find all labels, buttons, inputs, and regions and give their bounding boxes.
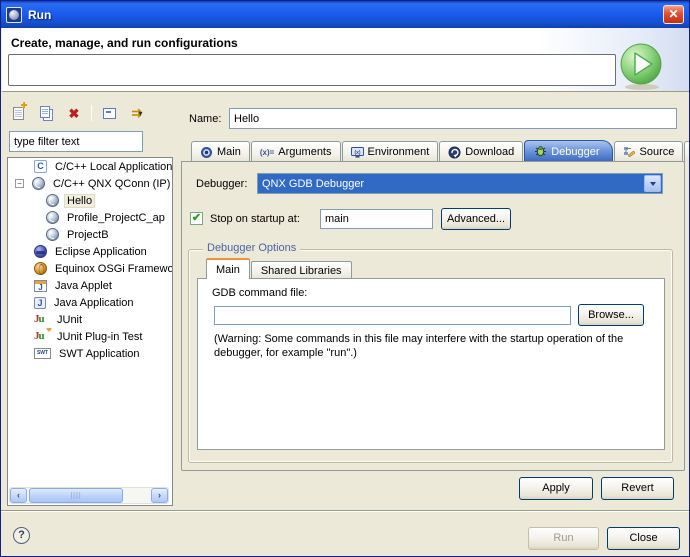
tab-environment[interactable]: (x) Environment: [342, 141, 439, 162]
qnx-target-icon: [46, 211, 59, 224]
window-icon: [6, 7, 22, 23]
java-applet-icon: [34, 280, 47, 292]
apply-button[interactable]: Apply: [519, 477, 593, 500]
debugger-combo[interactable]: QNX GDB Debugger: [257, 173, 663, 194]
debugger-combo-value: QNX GDB Debugger: [258, 178, 643, 190]
new-configuration-icon[interactable]: [7, 102, 29, 124]
tree-item-qnx-qconn[interactable]: − C/C++ QNX QConn (IP): [8, 175, 172, 192]
tab-debugger[interactable]: Debugger: [524, 140, 612, 162]
stop-symbol-input[interactable]: [320, 209, 433, 229]
junit-plugin-icon: [34, 330, 49, 343]
tab-source[interactable]: Source: [614, 141, 684, 162]
eclipse-sphere-icon: [34, 245, 47, 258]
debugger-options-title: Debugger Options: [203, 242, 300, 254]
debugger-label: Debugger:: [196, 178, 247, 190]
run-button: Run: [528, 527, 599, 550]
tab-arguments[interactable]: (x)= Arguments: [251, 141, 341, 162]
collapse-expander-icon[interactable]: −: [15, 179, 24, 188]
arguments-tab-icon: (x)=: [260, 148, 274, 157]
gdb-warning-text: (Warning: Some commands in this file may…: [214, 332, 656, 360]
main-tab-icon: [200, 146, 213, 159]
c-application-icon: [34, 160, 47, 173]
scroll-left-icon[interactable]: ‹: [10, 488, 27, 503]
options-tab-shared-libraries[interactable]: Shared Libraries: [251, 261, 352, 279]
duplicate-configuration-icon[interactable]: [35, 102, 57, 124]
name-label: Name:: [189, 113, 221, 125]
download-tab-icon: [448, 146, 461, 159]
close-button[interactable]: Close: [607, 527, 680, 550]
titlebar[interactable]: Run ✕: [1, 1, 689, 28]
help-icon[interactable]: ?: [13, 527, 30, 544]
tree-item-java-application[interactable]: Java Application: [8, 294, 172, 311]
close-window-button[interactable]: ✕: [663, 5, 684, 24]
banner-heading: Create, manage, and run configurations: [11, 36, 238, 50]
tree-item-eclipse-application[interactable]: Eclipse Application: [8, 243, 172, 260]
tree-item-projectb[interactable]: ProjectB: [8, 226, 172, 243]
revert-button[interactable]: Revert: [601, 477, 674, 500]
banner: Create, manage, and run configurations: [2, 28, 690, 92]
run-dialog: Run ✕ Create, manage, and run configurat…: [0, 0, 690, 557]
filter-configurations-icon[interactable]: ⇉▾: [126, 102, 148, 124]
tree-item-hello[interactable]: Hello: [8, 192, 172, 209]
filter-input[interactable]: [9, 131, 143, 152]
footer-separator: [1, 510, 689, 512]
tab-download[interactable]: Download: [439, 141, 523, 162]
configurations-toolbar: ✖ ⇉▾: [7, 100, 148, 126]
delete-configuration-icon[interactable]: ✖: [63, 102, 85, 124]
tree-item-junit[interactable]: JUnit: [8, 311, 172, 328]
source-tab-icon: [623, 146, 636, 159]
tab-main[interactable]: Main: [191, 141, 250, 162]
configurations-tree[interactable]: C/C++ Local Application − C/C++ QNX QCon…: [7, 157, 173, 506]
java-application-icon: [34, 297, 46, 309]
tree-horizontal-scrollbar[interactable]: ‹ ›: [9, 487, 169, 504]
tree-item-java-applet[interactable]: Java Applet: [8, 277, 172, 294]
toolbar-separator: [91, 105, 92, 121]
gdb-command-file-label: GDB command file:: [212, 287, 307, 299]
configuration-tabs: Main (x)= Arguments (x) Environment Down…: [191, 140, 690, 162]
swt-application-icon: [34, 348, 51, 359]
svg-text:(x): (x): [354, 150, 360, 156]
environment-tab-icon: (x): [351, 146, 364, 159]
advanced-button[interactable]: Advanced...: [441, 208, 511, 230]
stop-on-startup-checkbox[interactable]: ✔: [190, 212, 203, 225]
dropdown-caret-icon: ▾: [139, 109, 143, 118]
browse-button[interactable]: Browse...: [578, 304, 644, 326]
scroll-right-icon[interactable]: ›: [151, 488, 168, 503]
gdb-command-file-input[interactable]: [214, 306, 571, 325]
name-input[interactable]: [229, 108, 677, 129]
tabs-overflow-chevron[interactable]: » 2: [684, 141, 690, 162]
scrollbar-thumb[interactable]: [29, 488, 123, 503]
tree-item-profile-projectc[interactable]: Profile_ProjectC_ap: [8, 209, 172, 226]
osgi-globe-icon: [34, 262, 47, 275]
junit-icon: [34, 313, 49, 326]
window-title: Run: [28, 8, 663, 22]
collapse-all-icon[interactable]: [98, 102, 120, 124]
debugger-tab-icon: [534, 145, 547, 158]
debugger-options-tabs: Main Shared Libraries: [206, 258, 353, 279]
qnx-target-icon: [32, 177, 45, 190]
qnx-target-icon: [46, 228, 59, 241]
combo-dropdown-icon[interactable]: [644, 175, 661, 192]
tree-item-equinox-osgi[interactable]: Equinox OSGi Framewor: [8, 260, 172, 277]
tree-item-swt-application[interactable]: SWT Application: [8, 345, 172, 362]
banner-message-box: [8, 54, 616, 86]
stop-on-startup-label: Stop on startup at:: [210, 213, 300, 225]
options-tab-main[interactable]: Main: [206, 258, 250, 279]
qnx-target-icon: [46, 194, 59, 207]
run-orb-icon: [618, 41, 666, 91]
tree-item-junit-plugin-test[interactable]: JUnit Plug-in Test: [8, 328, 172, 345]
tree-item-cpp-local[interactable]: C/C++ Local Application: [8, 158, 172, 175]
